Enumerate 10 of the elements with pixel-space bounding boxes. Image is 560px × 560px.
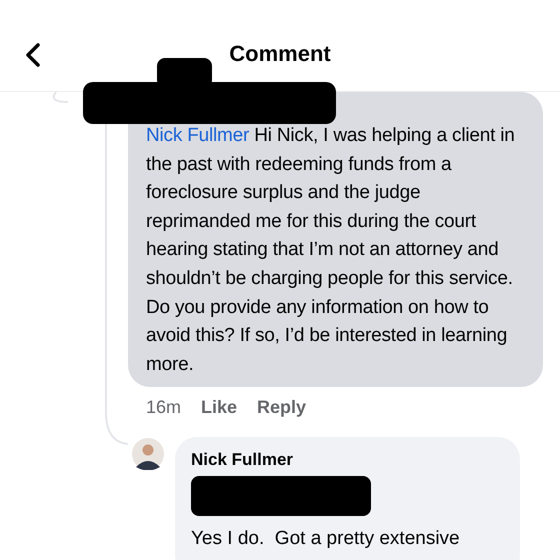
comment-time: 16m bbox=[146, 396, 182, 420]
avatar bbox=[132, 438, 164, 470]
screen-title: Comment bbox=[229, 40, 331, 68]
comment-action[interactable]: Reply bbox=[257, 394, 306, 422]
back-icon[interactable] bbox=[24, 42, 42, 68]
mention-link[interactable]: Nick Fullmer bbox=[146, 125, 250, 146]
reply-text: Yes I do. Got a pretty extensive bbox=[191, 528, 461, 550]
comment-text: Nick Fullmer Hi Nick, I was helping a client in the past with redeeming funds from a foreclosure surplus and the judge reprimanded me for this during the court hearing stating that I’m not an attorney and shouldn’t be charging people for this service. Do you provide any information on how to avoid this? If so, I’d be interested in learning more. bbox=[146, 124, 516, 377]
comment-action[interactable]: Like bbox=[201, 394, 238, 422]
reply-author: Nick Fullmer bbox=[191, 449, 294, 472]
